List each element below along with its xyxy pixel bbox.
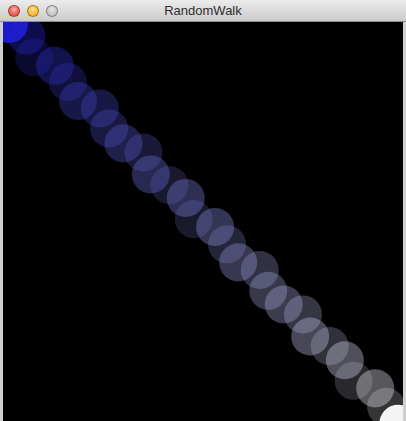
title-bar[interactable]: RandomWalk: [0, 0, 406, 22]
app-window: RandomWalk: [0, 0, 406, 421]
minimize-button[interactable]: [27, 5, 39, 17]
trail-circle: [379, 405, 403, 421]
close-button[interactable]: [8, 5, 20, 17]
zoom-button[interactable]: [46, 5, 58, 17]
random-walk-trail-icon: [3, 22, 403, 421]
window-controls: [8, 5, 164, 17]
sketch-canvas: [3, 22, 403, 421]
window-title: RandomWalk: [164, 3, 242, 18]
